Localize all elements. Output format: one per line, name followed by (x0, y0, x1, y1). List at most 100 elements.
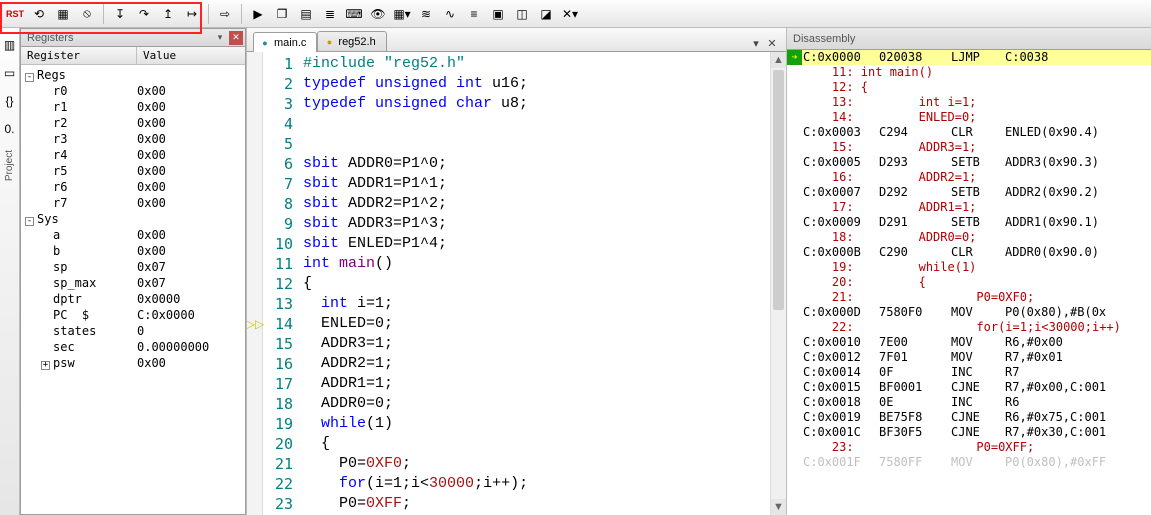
gutter-marks[interactable]: ▷▷ (247, 52, 263, 515)
project-tab-icon[interactable]: ▥ (0, 34, 21, 56)
disasm-line[interactable]: C:0x00140FINCR7 (787, 365, 1151, 380)
register-row[interactable]: sp0x07 (21, 259, 245, 275)
disasm-line[interactable]: C:0x00180EINCR6 (787, 395, 1151, 410)
disasm-source-line[interactable]: 12: { (787, 80, 1151, 95)
books-tab-icon[interactable]: ▭ (0, 62, 21, 84)
disasm-source-line[interactable]: 17: ADDR1=1; (787, 200, 1151, 215)
register-row[interactable]: r20x00 (21, 115, 245, 131)
register-row[interactable]: PC $C:0x0000 (21, 307, 245, 323)
col-value[interactable]: Value (137, 47, 245, 64)
register-row[interactable]: r00x00 (21, 83, 245, 99)
registers-tree[interactable]: -Regsr00x00r10x00r20x00r30x00r40x00r50x0… (21, 65, 245, 514)
functions-tab-icon[interactable]: {} (0, 90, 21, 112)
serial-icon[interactable]: ≋ (415, 3, 437, 25)
disasm-source-line[interactable]: 15: ADDR3=1; (787, 140, 1151, 155)
coverage-icon[interactable]: ▣ (487, 3, 509, 25)
code-editor[interactable]: ▷▷ 1234567891011121314151617181920212223… (247, 52, 786, 515)
tab-reg52-h[interactable]: ●reg52.h (317, 31, 386, 51)
register-row[interactable]: b0x00 (21, 243, 245, 259)
step-out-icon[interactable]: ↥ (157, 3, 179, 25)
register-row[interactable]: r60x00 (21, 179, 245, 195)
project-strip-label[interactable]: Project (4, 150, 15, 181)
register-row[interactable]: r10x00 (21, 99, 245, 115)
disasm-line[interactable]: C:0x0019BE75F8CJNER6,#0x75,C:001 (787, 410, 1151, 425)
register-row[interactable]: sec0.00000000 (21, 339, 245, 355)
col-register[interactable]: Register (21, 47, 137, 64)
watch-icon[interactable]: 👁 (367, 3, 389, 25)
perf-icon[interactable]: ◫ (511, 3, 533, 25)
register-row[interactable]: r30x00 (21, 131, 245, 147)
register-row[interactable]: +psw0x00 (21, 355, 245, 371)
disasm-line[interactable]: C:0x0015BF0001CJNER7,#0x00,C:001 (787, 380, 1151, 395)
disasm-source-line[interactable]: 22: for(i=1;i<30000;i++) (787, 320, 1151, 335)
stop-icon[interactable]: ⦸ (76, 3, 98, 25)
disasm-source-line[interactable]: 14: ENLED=0; (787, 110, 1151, 125)
output-icon[interactable]: ⌨ (343, 3, 365, 25)
disasm-line[interactable]: C:0x0009D291SETBADDR1(0x90.1) (787, 215, 1151, 230)
scroll-up-icon[interactable]: ▲ (771, 52, 786, 68)
disasm-line[interactable]: C:0x00107E00MOVR6,#0x00 (787, 335, 1151, 350)
disassembly-content[interactable]: ➔ C:0x0000020038LJMPC:0038 11: int main(… (787, 50, 1151, 515)
templates-tab-icon[interactable]: 0. (0, 118, 21, 140)
disasm-source-line[interactable]: 13: int i=1; (787, 95, 1151, 110)
disassembly-panel-header: Disassembly (787, 28, 1151, 50)
pc-cursor-icon: ▷▷ (247, 314, 263, 334)
panel-menu-icon[interactable]: ▾ (213, 31, 227, 45)
disasm-source-line[interactable]: 20: { (787, 275, 1151, 290)
close-icon[interactable]: ✕ (229, 31, 243, 45)
editor-tabs: ●main.c●reg52.h ▾ ✕ (247, 28, 786, 52)
disasm-line[interactable]: C:0x000D7580F0MOVP0(0x80),#B(0x (787, 305, 1151, 320)
register-group[interactable]: -Sys (21, 211, 245, 227)
run-icon[interactable]: ▶ (247, 3, 269, 25)
disasm-line[interactable]: C:0x000BC290CLRADDR0(0x90.0) (787, 245, 1151, 260)
disasm-source-line[interactable]: 19: while(1) (787, 260, 1151, 275)
file-c-icon: ● (260, 38, 270, 48)
tab-dropdown-icon[interactable]: ▾ (748, 35, 764, 51)
disasm-source-line[interactable]: 23: P0=0XFF; (787, 440, 1151, 455)
memory-icon[interactable]: ▤ (295, 3, 317, 25)
register-row[interactable]: sp_max0x07 (21, 275, 245, 291)
disasm-source-line[interactable]: 11: int main() (787, 65, 1151, 80)
disasm-line[interactable]: C:0x0000020038LJMPC:0038 (787, 50, 1151, 65)
analyzer-icon[interactable]: ∿ (439, 3, 461, 25)
registers-panel-header: Registers ▾ ✕ (21, 29, 245, 47)
tab-close-icon[interactable]: ✕ (764, 35, 780, 51)
register-row[interactable]: dptr0x0000 (21, 291, 245, 307)
step-icon[interactable]: ▦ (52, 3, 74, 25)
tree-toggle-icon[interactable]: - (25, 73, 34, 82)
table-dd-icon[interactable]: ▦▾ (391, 3, 413, 25)
list-icon[interactable]: ≣ (319, 3, 341, 25)
trace-icon[interactable]: ≡ (463, 3, 485, 25)
reset-icon[interactable]: ⟲ (28, 3, 50, 25)
disasm-line[interactable]: C:0x0007D292SETBADDR2(0x90.2) (787, 185, 1151, 200)
disasm-line[interactable]: C:0x001CBF30F5CJNER7,#0x30,C:001 (787, 425, 1151, 440)
disasm-source-line[interactable]: 21: P0=0XF0; (787, 290, 1151, 305)
disasm-source-line[interactable]: 18: ADDR0=0; (787, 230, 1151, 245)
disasm-line[interactable]: C:0x001F7580FFMOVP0(0x80),#0xFF (787, 455, 1151, 470)
register-row[interactable]: r40x00 (21, 147, 245, 163)
register-group[interactable]: -Regs (21, 67, 245, 83)
register-row[interactable]: states0 (21, 323, 245, 339)
disasm-line[interactable]: C:0x0005D293SETBADDR3(0x90.3) (787, 155, 1151, 170)
register-row[interactable]: r70x00 (21, 195, 245, 211)
disasm-line[interactable]: C:0x0003C294CLRENLED(0x90.4) (787, 125, 1151, 140)
disasm-source-line[interactable]: 16: ADDR2=1; (787, 170, 1151, 185)
scroll-thumb[interactable] (773, 70, 784, 310)
register-row[interactable]: r50x00 (21, 163, 245, 179)
reset-button[interactable]: RST (4, 3, 26, 25)
step-over-icon[interactable]: ↷ (133, 3, 155, 25)
tree-toggle-icon[interactable]: + (41, 361, 50, 370)
register-row[interactable]: a0x00 (21, 227, 245, 243)
vertical-scrollbar[interactable]: ▲ ▼ (770, 52, 786, 515)
arrow-right-icon[interactable]: ⇨ (214, 3, 236, 25)
disasm-line[interactable]: C:0x00127F01MOVR7,#0x01 (787, 350, 1151, 365)
scroll-down-icon[interactable]: ▼ (771, 499, 786, 515)
run-to-icon[interactable]: ↦ (181, 3, 203, 25)
tools-dd-icon[interactable]: ✕▾ (559, 3, 581, 25)
window-icon[interactable]: ❐ (271, 3, 293, 25)
tree-toggle-icon[interactable]: - (25, 217, 34, 226)
step-into-icon[interactable]: ↧ (109, 3, 131, 25)
tab-main-c[interactable]: ●main.c (253, 32, 317, 52)
code-content[interactable]: #include "reg52.h" typedef unsigned int … (299, 52, 770, 515)
perf2-icon[interactable]: ◪ (535, 3, 557, 25)
